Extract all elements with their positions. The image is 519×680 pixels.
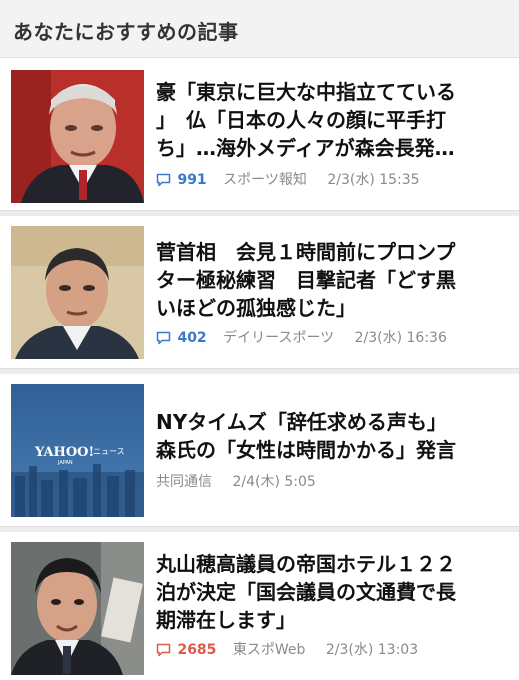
yahoo-logo-small: JAPAN <box>57 460 73 466</box>
article-thumbnail[interactable] <box>11 70 144 203</box>
article-thumbnail[interactable]: YAHOO! ニュース JAPAN <box>11 384 144 517</box>
news-photo-elderly-man-icon <box>11 70 144 203</box>
article-source: 東スポWeb <box>232 642 306 658</box>
article-item[interactable]: YAHOO! ニュース JAPAN NYタイムズ「辞任求める声も」 森氏の「女性… <box>0 374 519 526</box>
article-meta: 991 スポーツ報知 2/3(水) 15:35 <box>156 170 420 190</box>
article-item[interactable]: 豪「東京に巨大な中指立てている 」 仏「日本の人々の顔に平手打 ち」…海外メディ… <box>0 58 519 210</box>
article-meta: 402 デイリースポーツ 2/3(水) 16:36 <box>156 328 447 348</box>
article-meta: 2685 東スポWeb 2/3(水) 13:03 <box>156 640 418 660</box>
yahoo-logo-sub: ニュース <box>93 447 125 456</box>
article-datetime: 2/4(木) 5:05 <box>232 474 316 490</box>
article-datetime: 2/3(水) 15:35 <box>327 172 420 188</box>
news-photo-young-man-icon <box>11 542 144 675</box>
comment-count: 402 <box>177 330 207 346</box>
section-title: あなたにおすすめの記事 <box>13 20 239 44</box>
comment-count: 2685 <box>177 642 217 658</box>
comment-bubble-icon <box>156 173 171 187</box>
news-photo-politician-icon <box>11 226 144 359</box>
comment-count: 991 <box>177 172 207 188</box>
comment-bubble-icon <box>156 331 171 345</box>
article-source: スポーツ報知 <box>223 172 307 188</box>
article-item[interactable]: 丸山穂高議員の帝国ホテル１２２ 泊が決定「国会議員の文通費で長 期滞在します」 … <box>0 532 519 680</box>
comment-bubble-icon <box>156 643 171 657</box>
article-thumbnail[interactable] <box>11 542 144 675</box>
article-headline[interactable]: 丸山穂高議員の帝国ホテル１２２ 泊が決定「国会議員の文通費で長 期滞在します」 <box>156 550 496 634</box>
article-headline[interactable]: 菅首相 会見１時間前にプロンプ ター極秘練習 目撃記者「どす黒 いほどの孤独感じ… <box>156 238 496 322</box>
article-datetime: 2/3(水) 13:03 <box>325 642 419 658</box>
article-headline[interactable]: NYタイムズ「辞任求める声も」 森氏の「女性は時間かかる」発言 <box>156 408 496 464</box>
section-header: あなたにおすすめの記事 <box>0 0 519 58</box>
article-item[interactable]: 菅首相 会見１時間前にプロンプ ター極秘練習 目撃記者「どす黒 いほどの孤独感じ… <box>0 216 519 368</box>
article-meta: 共同通信 2/4(木) 5:05 <box>156 472 316 492</box>
yahoo-news-logo-icon: YAHOO! ニュース JAPAN <box>11 384 144 517</box>
yahoo-logo-text: YAHOO! <box>34 445 94 460</box>
article-source: 共同通信 <box>156 474 212 490</box>
article-headline[interactable]: 豪「東京に巨大な中指立てている 」 仏「日本の人々の顔に平手打 ち」…海外メディ… <box>156 78 496 162</box>
article-thumbnail[interactable] <box>11 226 144 359</box>
article-source: デイリースポーツ <box>223 330 335 346</box>
article-datetime: 2/3(水) 16:36 <box>354 330 447 346</box>
